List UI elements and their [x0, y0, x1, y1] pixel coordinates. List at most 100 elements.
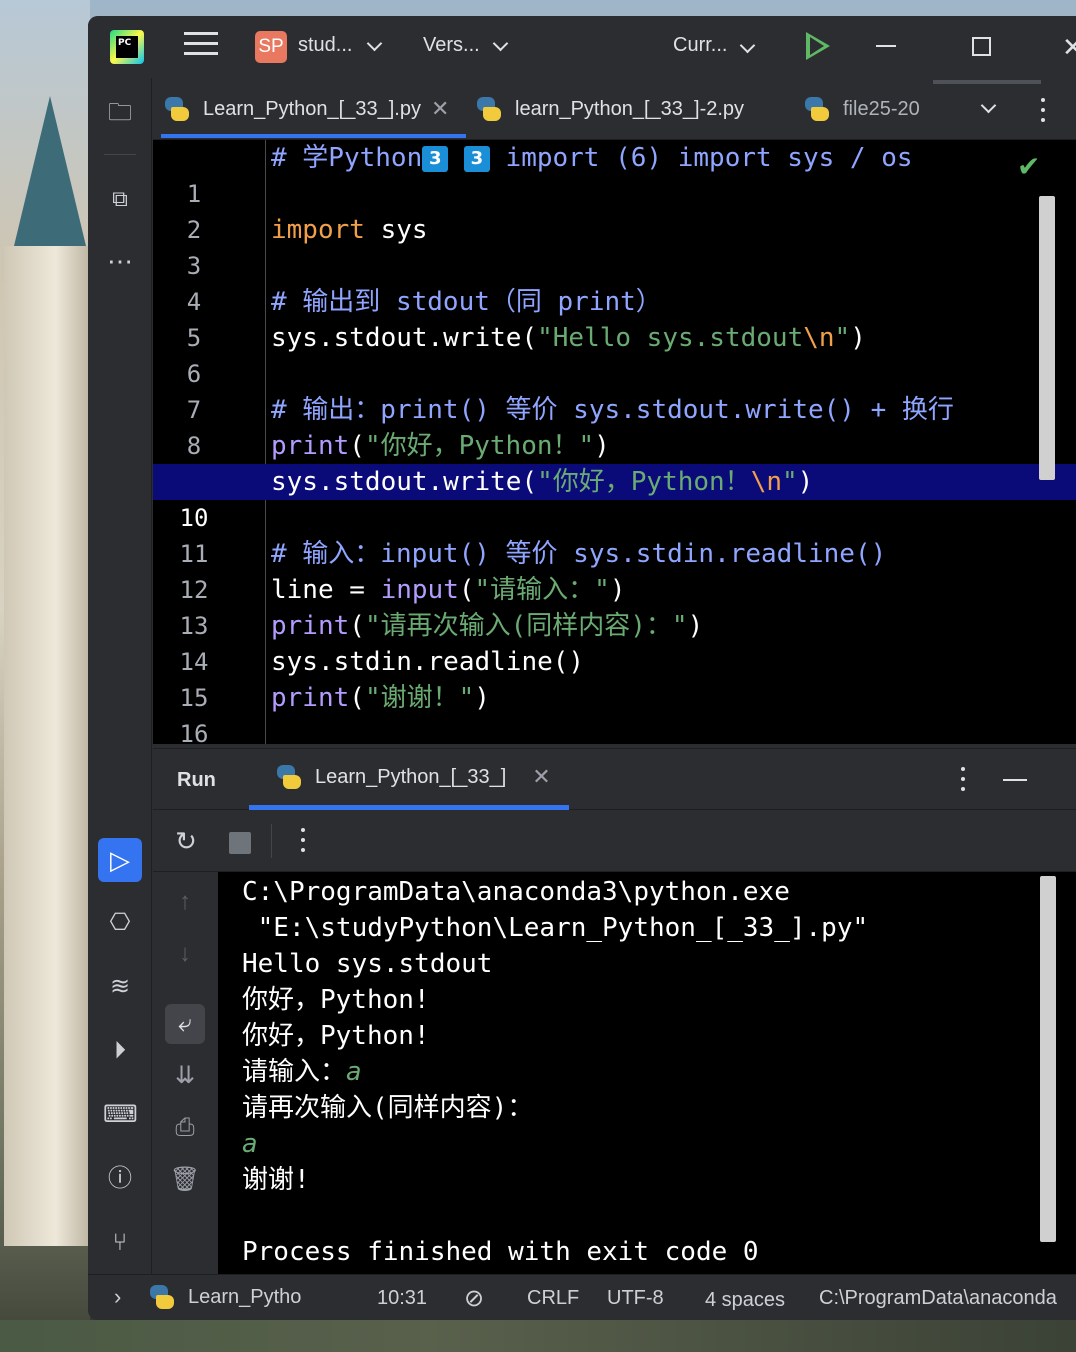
run-panel-header: Run Learn_Python_[_33_] ✕ [153, 748, 1076, 810]
python-file-icon [275, 763, 303, 791]
keyword-text: import [271, 215, 365, 245]
code-line: 6 sys.stdout.write("Hello sys.stdout\n") [153, 320, 1076, 388]
minimize-window-button[interactable] [876, 45, 896, 47]
desktop-wallpaper-bottom [0, 1320, 1076, 1352]
terminal-icon[interactable]: ⌨ [103, 1098, 138, 1132]
project-folder-icon[interactable]: 🗀 [103, 96, 137, 130]
close-icon[interactable]: ✕ [532, 764, 550, 790]
arrow-down-icon[interactable]: ↓ [165, 934, 205, 974]
tab-more-icon[interactable] [1041, 98, 1047, 128]
string-text: " [782, 467, 798, 497]
console-line: "E:\studyPython\Learn_Python_[_33_].py" [242, 913, 869, 943]
comment-text: # 输出到 stdout（同 print） [271, 287, 662, 317]
stop-button[interactable] [229, 832, 251, 854]
code-line: 3 import sys [153, 212, 1076, 280]
string-text: "请再次输入(同样内容)：" [364, 611, 688, 641]
run-toolbar-more-icon[interactable] [301, 828, 307, 858]
status-bar: › Learn_Pytho 10:31 ⊘ CRLF UTF-8 4 space… [88, 1274, 1076, 1320]
chevron-down-icon[interactable] [366, 35, 383, 52]
code-line: 16 print("谢谢！") [153, 680, 1076, 744]
run-panel-more-icon[interactable] [961, 767, 967, 797]
builtin-text: input [380, 575, 459, 605]
tab-file25[interactable]: file25-20 [803, 78, 920, 140]
code-text: sys.stdin.readline() [271, 647, 585, 677]
comment-text: # 输出：print() 等价 sys.stdout.write() + 换行 [271, 395, 954, 425]
desktop-wallpaper-castle [0, 0, 90, 1352]
code-line: 17 [153, 716, 1076, 744]
code-line: 14 print("请再次输入(同样内容)：") [153, 608, 1076, 676]
maximize-window-button[interactable] [972, 37, 991, 56]
run-button[interactable] [806, 32, 830, 60]
tab-learn-python-33-2[interactable]: learn_Python_[_33_]-2.py [475, 78, 744, 140]
code-text: ( [458, 575, 475, 605]
python-file-icon [475, 95, 503, 123]
tab-label: file25-20 [843, 97, 920, 120]
file-encoding[interactable]: UTF-8 [607, 1287, 664, 1310]
console-line: 你好，Python! [242, 985, 430, 1015]
structure-icon[interactable]: ⧉ [103, 182, 137, 216]
project-widget-label[interactable]: stud... [298, 34, 352, 57]
main-menu-icon[interactable] [184, 32, 218, 62]
caret-position[interactable]: 10:31 [377, 1287, 427, 1310]
tab-list-chevron-icon[interactable] [980, 97, 997, 114]
run-tab[interactable]: Learn_Python_[_33_] ✕ [275, 763, 551, 791]
code-line: 13 line = input("请输入：") [153, 572, 1076, 640]
soft-wrap-icon[interactable]: ⤶ [165, 1004, 205, 1044]
pycharm-logo-icon[interactable]: PC [110, 30, 144, 64]
escape-text: \n [750, 467, 782, 497]
console-user-input: a [242, 1129, 258, 1159]
console-line: C:\ProgramData\anaconda3\python.exe [242, 877, 790, 907]
tab-label: learn_Python_[_33_]-2.py [515, 97, 745, 120]
logo-text: PC [116, 36, 138, 58]
vcs-widget-label[interactable]: Vers... [423, 34, 480, 57]
git-icon[interactable]: ⑂ [103, 1226, 137, 1260]
tab-scrollbar[interactable] [933, 80, 1041, 84]
code-line: 2 [153, 176, 1076, 244]
line-ending[interactable]: CRLF [527, 1287, 579, 1310]
python-console-icon[interactable]: ⎔ [103, 906, 137, 940]
code-line: 12 # 输入：input() 等价 sys.stdin.readline() [153, 536, 1076, 604]
console-scrollbar[interactable] [1040, 876, 1056, 1242]
services-icon[interactable]: ⏵ [103, 1034, 137, 1068]
chevron-down-icon[interactable] [492, 35, 509, 52]
console-output[interactable]: C:\ProgramData\anaconda3\python.exe "E:\… [218, 872, 1076, 1274]
more-tools-icon[interactable]: ⋯ [103, 244, 137, 278]
close-icon[interactable]: ✕ [431, 96, 449, 122]
close-window-button[interactable]: ✕ [1062, 32, 1076, 63]
interpreter-path[interactable]: C:\ProgramData\anaconda [819, 1287, 1057, 1310]
trash-icon[interactable]: 🗑 [165, 1160, 205, 1200]
string-text: "谢谢！" [364, 683, 475, 713]
layers-icon[interactable]: ≋ [103, 970, 137, 1004]
code-text: ) [797, 467, 814, 497]
code-text: sys [364, 215, 428, 245]
print-icon[interactable]: ⎙ [165, 1108, 205, 1148]
python-file-icon [803, 95, 831, 123]
indent-setting[interactable]: 4 spaces [705, 1289, 785, 1312]
code-line: 8 # 输出：print() 等价 sys.stdout.write() + 换… [153, 392, 1076, 460]
code-text: sys.stdout.write( [271, 467, 538, 497]
rerun-icon[interactable]: ↻ [169, 824, 203, 858]
project-badge[interactable]: SP [255, 31, 287, 63]
chevron-right-icon[interactable]: › [114, 1284, 121, 1310]
tab-learn-python-33[interactable]: Learn_Python_[_33_].py ✕ [163, 78, 449, 140]
readonly-eye-icon[interactable]: ⊘ [464, 1284, 484, 1313]
breadcrumb[interactable]: Learn_Pytho [148, 1283, 301, 1311]
chevron-down-icon[interactable] [739, 37, 756, 54]
run-tool-icon[interactable]: ▷ [98, 838, 142, 882]
comment-text: # 输入：input() 等价 sys.stdin.readline() [271, 539, 887, 569]
inlay-badge: 3 [463, 146, 490, 172]
code-editor[interactable]: 1 # 学Python 3 3 import (6) import sys / o… [153, 140, 1076, 744]
builtin-text: print [271, 683, 350, 713]
run-config-label[interactable]: Curr... [673, 34, 727, 57]
arrow-up-icon[interactable]: ↑ [165, 882, 205, 922]
title-bar: PC SP stud... Vers... Curr... ✕ [88, 16, 1076, 78]
code-line: 7 [153, 356, 1076, 424]
comment-text: import (6) import sys / os [489, 143, 913, 173]
tab-label: Learn_Python_[_33_].py [203, 97, 421, 120]
editor-scrollbar[interactable] [1039, 196, 1055, 480]
escape-text: \n [803, 323, 835, 353]
scroll-to-end-icon[interactable]: ⇊ [165, 1056, 205, 1096]
hide-panel-button[interactable] [1003, 779, 1027, 781]
problems-icon[interactable]: ⓘ [103, 1162, 137, 1196]
console-exit-line: Process finished with exit code 0 [242, 1237, 759, 1267]
